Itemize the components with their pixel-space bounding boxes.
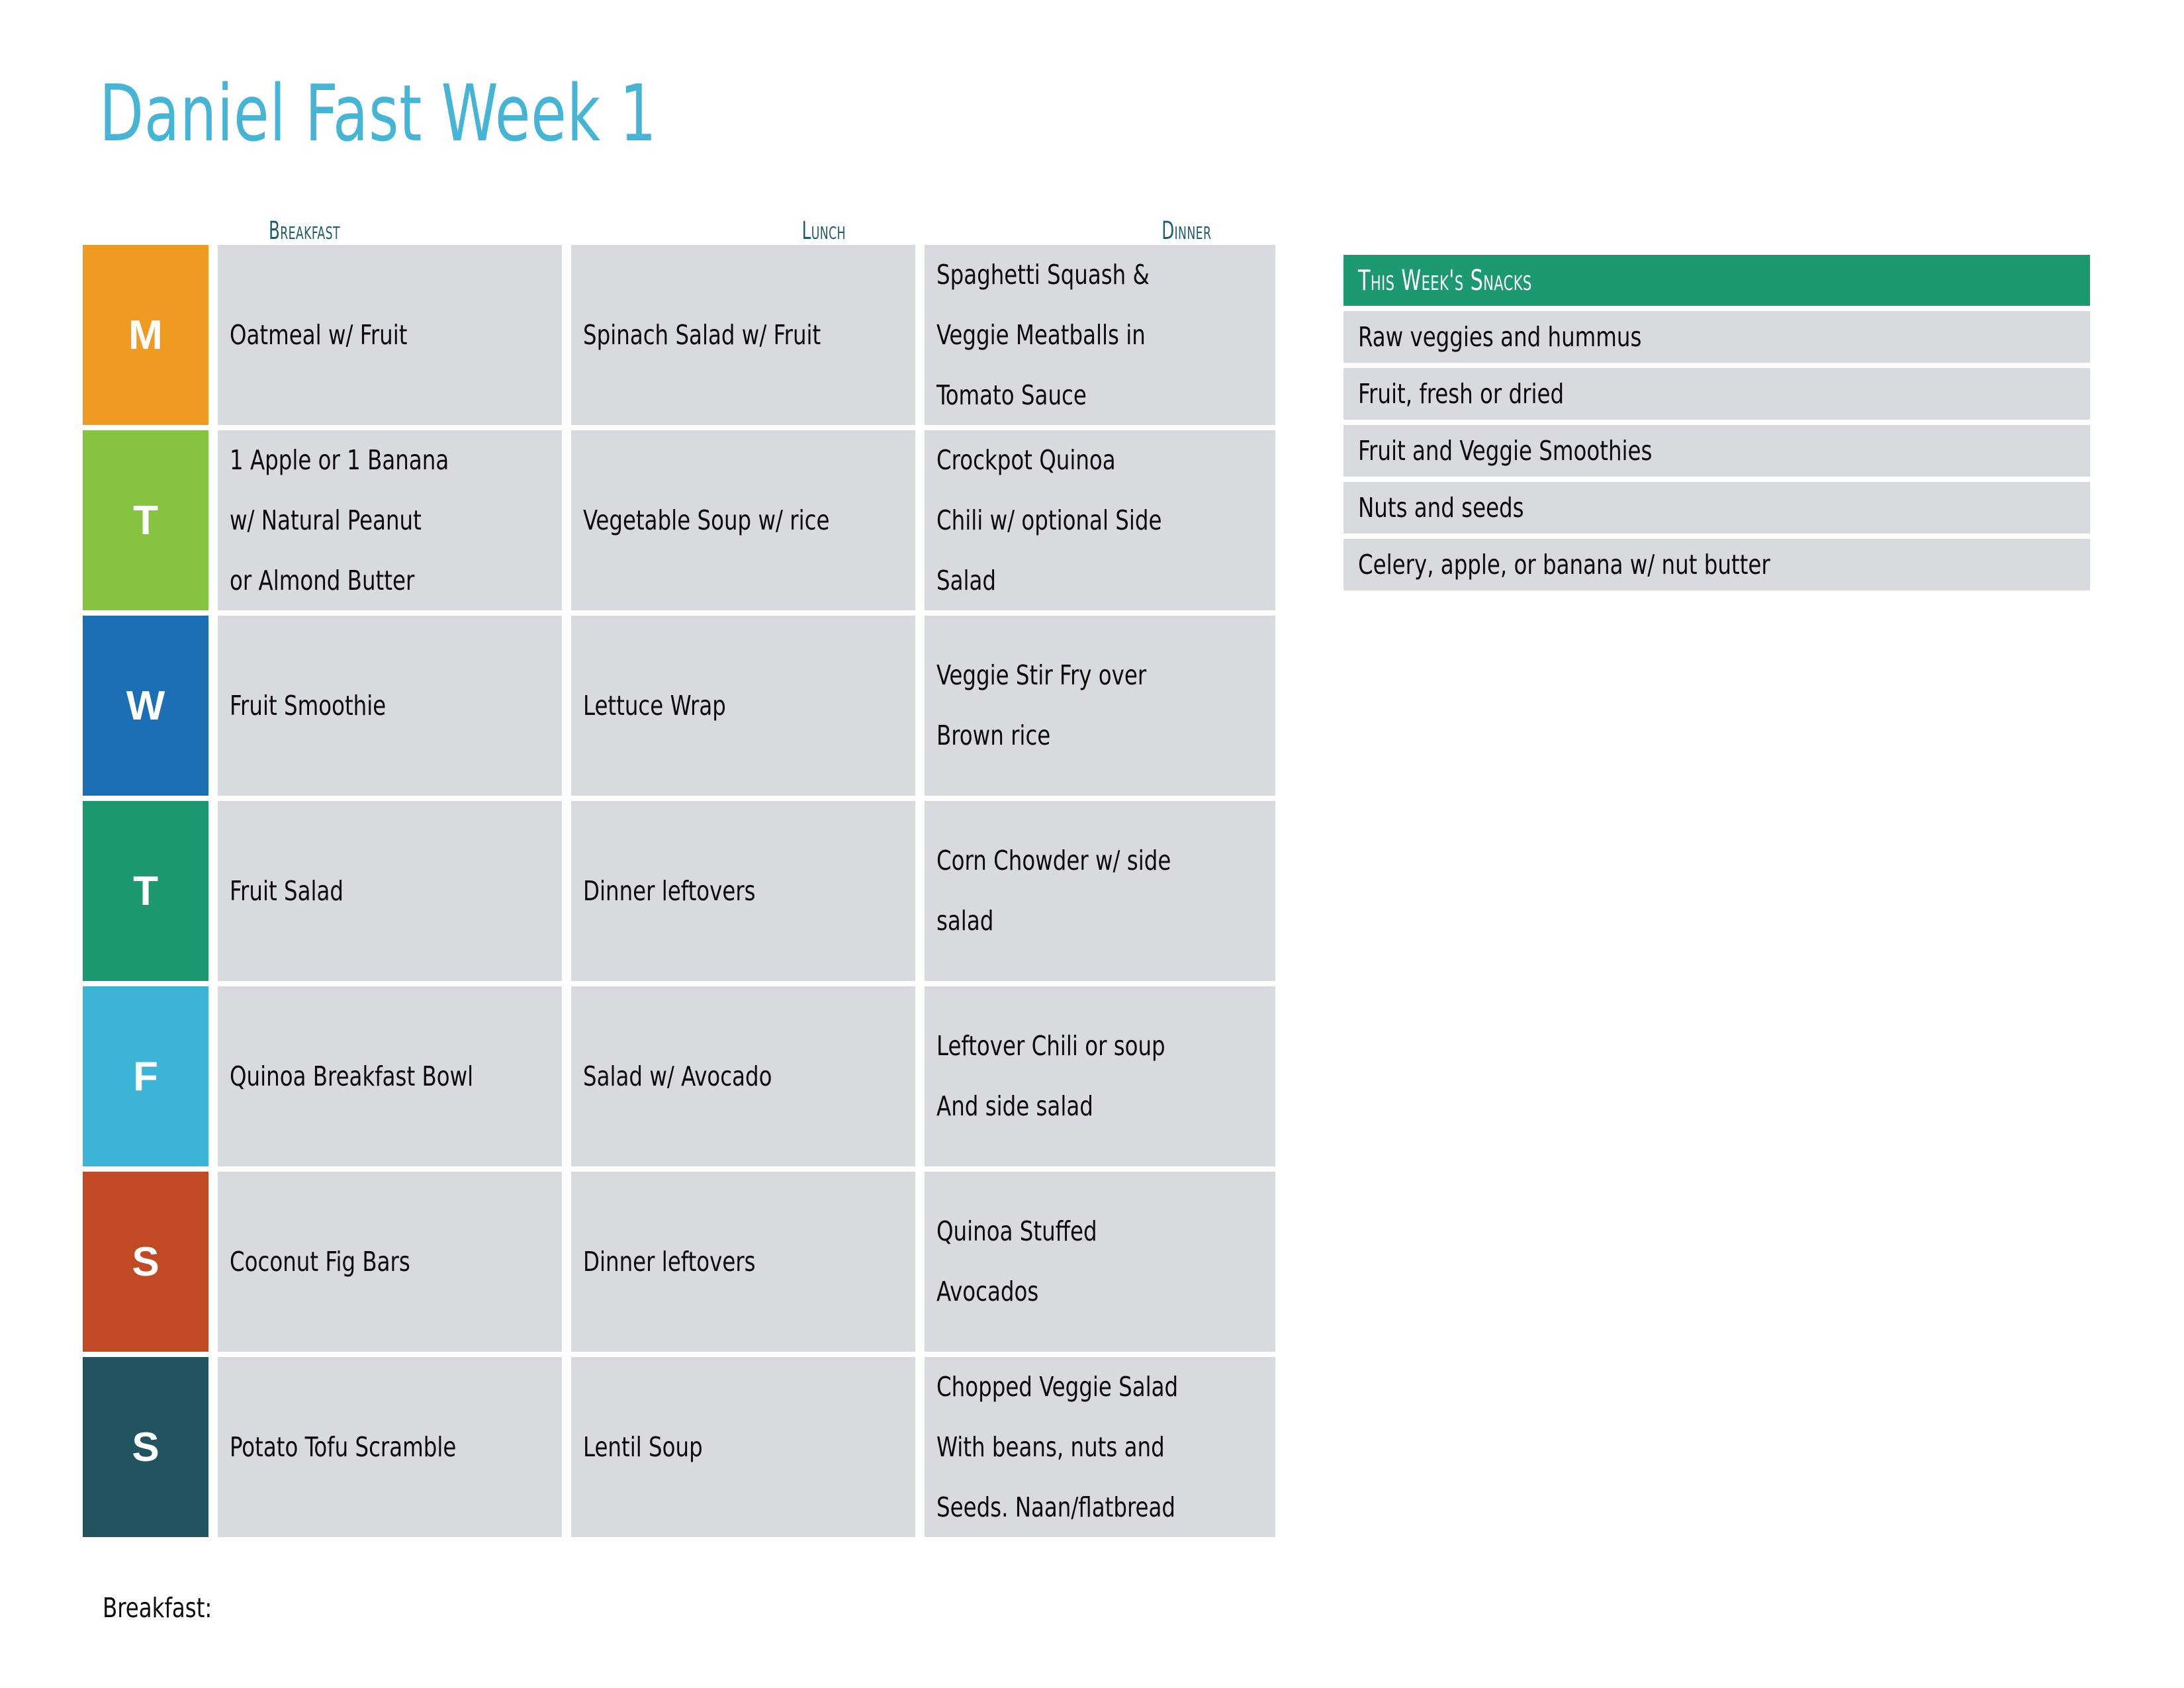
snack-label: Nuts and seeds — [1358, 492, 1524, 524]
meal-line: Dinner leftovers — [583, 874, 756, 907]
meal-cell-lunch: Dinner leftovers — [571, 801, 915, 981]
column-header-dinner: Dinner — [1161, 216, 1212, 245]
table-row: W Fruit Smoothie Lettuce Wrap Veggie Sti… — [83, 616, 1293, 796]
snacks-panel-header: This Week's Snacks — [1343, 255, 2090, 306]
column-header-breakfast: Breakfast — [268, 216, 340, 245]
meal-line: w/ Natural Peanut — [230, 504, 422, 536]
meal-cell-breakfast: Fruit Smoothie — [218, 616, 562, 796]
meal-cell-dinner: Crockpot Quinoa Chili w/ optional Side S… — [925, 430, 1275, 610]
meal-line: Lentil Soup — [583, 1430, 703, 1463]
table-row: T Fruit Salad Dinner leftovers Corn Chow… — [83, 801, 1293, 981]
meal-cell-lunch: Dinner leftovers — [571, 1172, 915, 1352]
list-item: Raw veggies and hummus — [1343, 311, 2090, 363]
meal-cell-dinner: Corn Chowder w/ side salad — [925, 801, 1275, 981]
meal-line: salad — [936, 905, 994, 937]
meal-cell-dinner: Quinoa Stuffed Avocados — [925, 1172, 1275, 1352]
meal-line: Spinach Salad w/ Fruit — [583, 318, 821, 351]
meal-line: Fruit Salad — [230, 874, 344, 907]
snack-label: Fruit, fresh or dried — [1358, 378, 1565, 410]
footer-breakfast-note: Breakfast: — [103, 1592, 212, 1624]
meal-cell-breakfast: Potato Tofu Scramble — [218, 1357, 562, 1537]
meal-cell-dinner: Leftover Chili or soup And side salad — [925, 986, 1275, 1166]
day-tile-tuesday: T — [83, 430, 208, 610]
meal-cell-breakfast: Oatmeal w/ Fruit — [218, 245, 562, 425]
meal-cell-lunch: Lentil Soup — [571, 1357, 915, 1537]
day-letter: F — [133, 1053, 158, 1100]
day-letter: T — [133, 497, 158, 543]
meal-line: Lettuce Wrap — [583, 689, 726, 722]
list-item: Fruit, fresh or dried — [1343, 368, 2090, 420]
meal-line: Quinoa Breakfast Bowl — [230, 1060, 474, 1092]
snack-label: Celery, apple, or banana w/ nut butter — [1358, 549, 1770, 581]
meal-line: Leftover Chili or soup — [936, 1030, 1165, 1062]
meal-line: Tomato Sauce — [936, 379, 1087, 411]
day-tile-thursday: T — [83, 801, 208, 981]
column-header-lunch: Lunch — [801, 216, 846, 245]
meal-line: And side salad — [936, 1090, 1093, 1122]
meal-cell-lunch: Vegetable Soup w/ rice — [571, 430, 915, 610]
table-row: T 1 Apple or 1 Banana w/ Natural Peanut … — [83, 430, 1293, 610]
column-header-row: Breakfast Lunch Dinner — [83, 211, 1293, 245]
meal-cell-lunch: Spinach Salad w/ Fruit — [571, 245, 915, 425]
table-row: M Oatmeal w/ Fruit Spinach Salad w/ Frui… — [83, 245, 1293, 425]
meal-line: Vegetable Soup w/ rice — [583, 504, 830, 536]
day-letter: S — [132, 1424, 159, 1470]
meal-cell-lunch: Lettuce Wrap — [571, 616, 915, 796]
meal-line: Salad w/ Avocado — [583, 1060, 772, 1092]
snacks-panel: This Week's Snacks Raw veggies and hummu… — [1343, 255, 2090, 590]
meal-line: Quinoa Stuffed — [936, 1215, 1097, 1247]
day-tile-friday: F — [83, 986, 208, 1166]
meal-line: Salad — [936, 564, 997, 596]
day-letter: T — [133, 868, 158, 914]
week-rows: M Oatmeal w/ Fruit Spinach Salad w/ Frui… — [83, 245, 1293, 1537]
day-letter: M — [128, 312, 163, 358]
meal-line: Oatmeal w/ Fruit — [230, 318, 408, 351]
meal-line: 1 Apple or 1 Banana — [230, 444, 449, 476]
meal-line: Crockpot Quinoa — [936, 444, 1116, 476]
meal-cell-breakfast: Fruit Salad — [218, 801, 562, 981]
meal-line: Avocados — [936, 1276, 1039, 1307]
meal-line: Veggie Stir Fry over — [936, 659, 1147, 691]
day-letter: S — [132, 1239, 159, 1285]
table-row: S Coconut Fig Bars Dinner leftovers Quin… — [83, 1172, 1293, 1352]
meal-plan-table: Breakfast Lunch Dinner M Oatmeal w/ Frui… — [83, 211, 1293, 1537]
meal-line: Chili w/ optional Side — [936, 504, 1162, 536]
meal-line: Corn Chowder w/ side — [936, 845, 1171, 876]
meal-cell-lunch: Salad w/ Avocado — [571, 986, 915, 1166]
day-tile-saturday: S — [83, 1172, 208, 1352]
meal-line: Brown rice — [936, 720, 1051, 751]
meal-line: Spaghetti Squash & — [936, 258, 1150, 291]
page-title: Daniel Fast Week 1 — [99, 68, 657, 159]
list-item: Nuts and seeds — [1343, 482, 2090, 534]
meal-cell-breakfast: Coconut Fig Bars — [218, 1172, 562, 1352]
table-row: S Potato Tofu Scramble Lentil Soup Chopp… — [83, 1357, 1293, 1537]
meal-line: or Almond Butter — [230, 564, 415, 596]
day-tile-monday: M — [83, 245, 208, 425]
meal-cell-dinner: Veggie Stir Fry over Brown rice — [925, 616, 1275, 796]
snacks-header-label: This Week's Snacks — [1358, 263, 1532, 297]
meal-line: Veggie Meatballs in — [936, 318, 1146, 351]
meal-cell-breakfast: Quinoa Breakfast Bowl — [218, 986, 562, 1166]
meal-line: Potato Tofu Scramble — [230, 1430, 457, 1463]
meal-line: Chopped Veggie Salad — [936, 1370, 1179, 1403]
day-letter: W — [126, 682, 165, 729]
meal-line: Dinner leftovers — [583, 1245, 756, 1278]
meal-line: Fruit Smoothie — [230, 689, 387, 722]
meal-cell-dinner: Spaghetti Squash & Veggie Meatballs in T… — [925, 245, 1275, 425]
meal-line: Seeds. Naan/flatbread — [936, 1491, 1175, 1523]
list-item: Celery, apple, or banana w/ nut butter — [1343, 539, 2090, 590]
list-item: Fruit and Veggie Smoothies — [1343, 425, 2090, 477]
day-tile-sunday: S — [83, 1357, 208, 1537]
meal-line: With beans, nuts and — [936, 1430, 1165, 1463]
snack-label: Fruit and Veggie Smoothies — [1358, 435, 1653, 467]
table-row: F Quinoa Breakfast Bowl Salad w/ Avocado… — [83, 986, 1293, 1166]
day-tile-wednesday: W — [83, 616, 208, 796]
meal-cell-dinner: Chopped Veggie Salad With beans, nuts an… — [925, 1357, 1275, 1537]
meal-line: Coconut Fig Bars — [230, 1245, 410, 1278]
meal-cell-breakfast: 1 Apple or 1 Banana w/ Natural Peanut or… — [218, 430, 562, 610]
snack-label: Raw veggies and hummus — [1358, 321, 1642, 353]
